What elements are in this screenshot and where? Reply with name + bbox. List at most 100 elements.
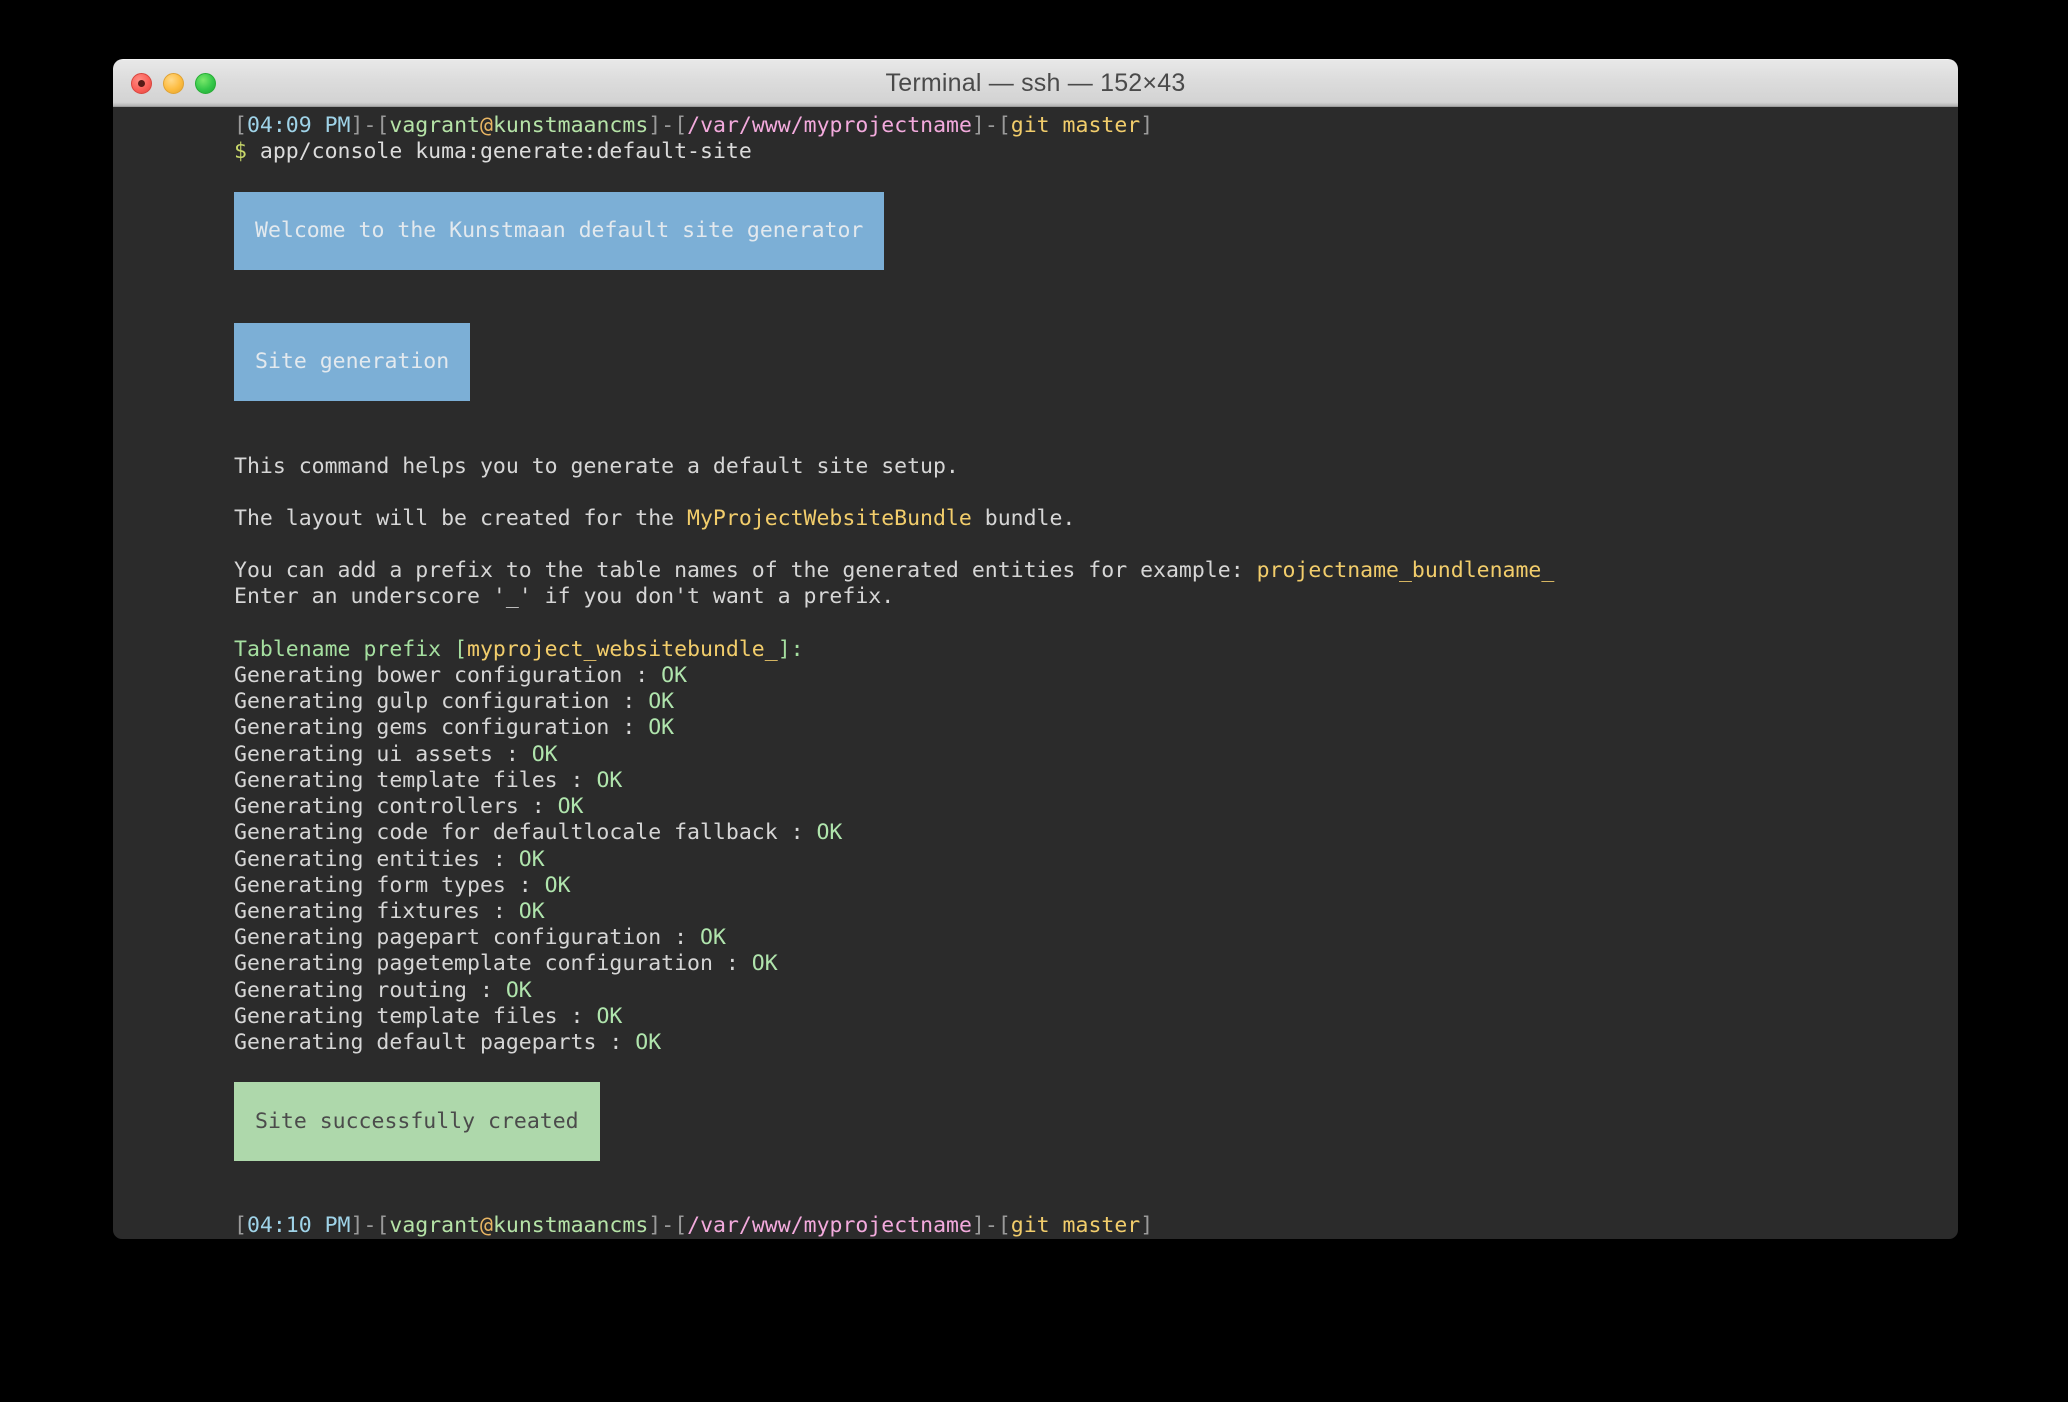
question-close-bracket: ] <box>777 636 791 662</box>
generating-status: OK <box>661 663 688 689</box>
generating-status: OK <box>648 715 675 741</box>
prompt-separator: - <box>984 1213 998 1239</box>
window-title: Terminal — ssh — 152×43 <box>885 68 1186 97</box>
prompt-host: kunstmaancms <box>492 113 649 138</box>
prompt-open-bracket: [ <box>997 113 1011 138</box>
prefix-example: projectname_bundlename_ <box>1256 558 1555 584</box>
prompt-separator: - <box>661 1213 675 1239</box>
generating-row: Generating fixtures : OK <box>113 899 1958 925</box>
prompt-close-bracket: ] <box>971 113 985 138</box>
prompt-git-branch: git master <box>1010 1213 1141 1239</box>
generating-row: Generating controllers : OK <box>113 794 1958 820</box>
generating-task: Generating controllers : <box>234 794 558 820</box>
prefix-hint-text: Enter an underscore '_' if you don't wan… <box>234 584 895 610</box>
prompt-close-bracket: ] <box>1140 113 1154 138</box>
prompt-path: /var/www/myprojectname <box>687 1213 972 1239</box>
generating-row: Generating template files : OK <box>113 1004 1958 1030</box>
banner-bottom-padding <box>234 375 470 401</box>
title-bar[interactable]: Terminal — ssh — 152×43 <box>113 59 1958 107</box>
prompt-close-bracket: ] <box>971 1213 985 1239</box>
generating-status: OK <box>635 1029 662 1055</box>
tablename-prefix-question[interactable]: Tablename prefix [myproject_websitebundl… <box>113 637 1958 663</box>
generating-status: OK <box>531 741 558 767</box>
bundle-name: MyProjectWebsiteBundle <box>687 505 972 531</box>
prompt-open-bracket: [ <box>234 1213 247 1239</box>
banner-top-padding <box>234 192 884 218</box>
generating-task: Generating routing : <box>234 977 506 1003</box>
generating-task: Generating entities : <box>234 846 519 872</box>
prompt-separator: - <box>363 1213 377 1239</box>
prompt-path: /var/www/myprojectname <box>687 113 972 138</box>
command-line: $ app/console kuma:generate:default-site <box>113 139 1958 165</box>
prompt-open-bracket: [ <box>376 113 390 138</box>
question-open-bracket: [ <box>454 636 468 662</box>
generating-row: Generating code for defaultlocale fallba… <box>113 820 1958 846</box>
generating-status: OK <box>751 951 778 977</box>
minimize-button-icon[interactable] <box>163 72 184 94</box>
prompt-separator: - <box>661 113 675 138</box>
generating-row: Generating form types : OK <box>113 873 1958 899</box>
generating-task: Generating fixtures : <box>234 898 519 924</box>
success-banner-box: Site successfully created <box>234 1082 600 1161</box>
generating-row: Generating entities : OK <box>113 847 1958 873</box>
close-button-icon[interactable] <box>131 72 152 94</box>
generating-row: Generating bower configuration : OK <box>113 663 1958 689</box>
prompt-at-symbol: @ <box>479 1213 493 1239</box>
generating-task: Generating bower configuration : <box>234 663 662 689</box>
generating-row: Generating gulp configuration : OK <box>113 689 1958 715</box>
prompt-user: vagrant <box>389 1213 480 1239</box>
prompt-line-top: [04:09 PM]-[vagrant@kunstmaancms]-[/var/… <box>113 113 1958 139</box>
command-text: app/console kuma:generate:default-site <box>246 139 752 165</box>
generating-task: Generating pagetemplate configuration : <box>234 951 752 977</box>
generating-task: Generating ui assets : <box>234 741 532 767</box>
prompt-open-bracket: [ <box>234 113 247 138</box>
banner-bottom-padding <box>234 244 884 270</box>
prompt-git-branch: git master <box>1010 113 1141 138</box>
generating-status: OK <box>518 846 545 872</box>
generating-row: Generating pagepart configuration : OK <box>113 925 1958 951</box>
question-default-value: myproject_websitebundle_ <box>467 636 778 662</box>
generating-status: OK <box>596 767 623 793</box>
banner-top-padding <box>234 323 470 349</box>
prompt-open-bracket: [ <box>674 1213 688 1239</box>
prompt-close-bracket: ] <box>648 1213 662 1239</box>
welcome-banner-text: Welcome to the Kunstmaan default site ge… <box>255 217 864 243</box>
layout-text-prefix: The layout will be created for the <box>234 505 688 531</box>
section-banner-text: Site generation <box>255 348 450 374</box>
terminal-window[interactable]: Terminal — ssh — 152×43 [04:09 PM]-[vagr… <box>113 59 1958 1239</box>
success-banner: Site successfully created <box>113 1082 1958 1161</box>
generating-row: Generating default pageparts : OK <box>113 1030 1958 1056</box>
prompt-close-bracket: ] <box>350 113 364 138</box>
section-banner-box: Site generation <box>234 322 471 402</box>
welcome-banner: Welcome to the Kunstmaan default site ge… <box>113 191 1958 271</box>
prompt-separator: - <box>984 113 998 138</box>
window-controls <box>131 72 216 94</box>
prompt-open-bracket: [ <box>376 1213 390 1239</box>
maximize-button-icon[interactable] <box>195 72 216 94</box>
generating-status: OK <box>700 925 726 951</box>
prompt-time: 04:10 PM <box>246 1213 351 1239</box>
generating-task: Generating pagepart configuration : <box>234 925 700 951</box>
prompt-close-bracket: ] <box>350 1213 364 1239</box>
generating-status: OK <box>596 1003 623 1029</box>
generating-status: OK <box>505 977 532 1003</box>
prompt-open-bracket: [ <box>674 113 688 138</box>
generating-status: OK <box>544 872 571 898</box>
generating-task: Generating template files : <box>234 767 597 793</box>
prompt-separator: - <box>363 113 377 138</box>
prefix-help-prefix: You can add a prefix to the table names … <box>234 558 1257 584</box>
success-banner-text: Site successfully created <box>255 1108 579 1134</box>
prompt-user: vagrant <box>389 113 480 138</box>
terminal-output-area[interactable]: [04:09 PM]-[vagrant@kunstmaancms]-[/var/… <box>113 107 1958 1239</box>
generating-task: Generating gems configuration : <box>234 715 649 741</box>
